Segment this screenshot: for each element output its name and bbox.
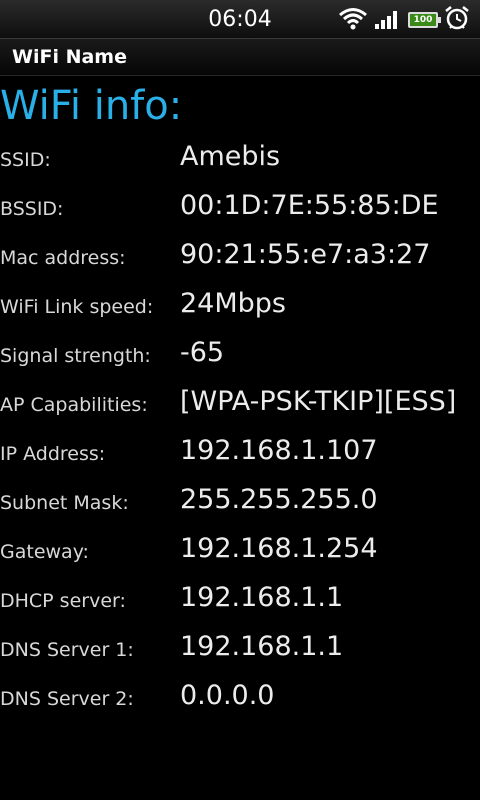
wifi-icon: [338, 6, 368, 34]
alarm-icon: [444, 5, 470, 35]
info-row-bssid: BSSID: 00:1D:7E:55:85:DE: [0, 182, 480, 231]
battery-icon: 100: [408, 12, 441, 28]
info-label: Signal strength:: [0, 345, 151, 367]
info-value: Amebis: [180, 141, 281, 172]
info-row-dhcp-server: DHCP server: 192.168.1.1: [0, 574, 480, 623]
info-row-link-speed: WiFi Link speed: 24Mbps: [0, 280, 480, 329]
info-row-signal-strength: Signal strength: -65: [0, 329, 480, 378]
info-row-mac-address: Mac address: 90:21:55:e7:a3:27: [0, 231, 480, 280]
app-title: WiFi Name: [12, 46, 127, 68]
signal-icon: [374, 6, 402, 34]
info-value: 90:21:55:e7:a3:27: [180, 239, 431, 270]
info-label: Mac address:: [0, 247, 126, 269]
info-value: 00:1D:7E:55:85:DE: [180, 190, 439, 221]
status-bar: 06:04 100: [0, 0, 480, 39]
status-icons: 100: [338, 6, 470, 34]
info-value: 24Mbps: [180, 288, 286, 319]
info-label: DHCP server:: [0, 590, 126, 612]
page-heading: WiFi info:: [0, 83, 183, 129]
info-value: 192.168.1.1: [180, 582, 344, 613]
info-row-ip-address: IP Address: 192.168.1.107: [0, 427, 480, 476]
info-label: IP Address:: [0, 443, 106, 465]
info-value: 192.168.1.1: [180, 631, 344, 662]
info-label: Gateway:: [0, 541, 89, 563]
title-bar: WiFi Name: [0, 39, 480, 76]
info-row-dns-server-1: DNS Server 1: 192.168.1.1: [0, 623, 480, 672]
battery-level: 100: [413, 15, 433, 25]
info-row-ssid: SSID: Amebis: [0, 133, 480, 182]
info-value: 192.168.1.254: [180, 533, 378, 564]
info-row-dns-server-2: DNS Server 2: 0.0.0.0: [0, 672, 480, 721]
info-value: 255.255.255.0: [180, 484, 378, 515]
info-label: Subnet Mask:: [0, 492, 129, 514]
info-row-ap-capabilities: AP Capabilities: [WPA-PSK-TKIP][ESS]: [0, 378, 480, 427]
info-value: [WPA-PSK-TKIP][ESS]: [180, 386, 457, 417]
info-label: SSID:: [0, 149, 51, 171]
info-label: DNS Server 2:: [0, 688, 134, 710]
info-value: -65: [180, 337, 225, 368]
info-label: AP Capabilities:: [0, 394, 148, 416]
info-row-subnet-mask: Subnet Mask: 255.255.255.0: [0, 476, 480, 525]
info-value: 0.0.0.0: [180, 680, 275, 711]
info-list: SSID: Amebis BSSID: 00:1D:7E:55:85:DE Ma…: [0, 133, 480, 721]
info-label: DNS Server 1:: [0, 639, 134, 661]
info-label: BSSID:: [0, 198, 64, 220]
info-row-gateway: Gateway: 192.168.1.254: [0, 525, 480, 574]
info-value: 192.168.1.107: [180, 435, 378, 466]
info-label: WiFi Link speed:: [0, 296, 154, 318]
